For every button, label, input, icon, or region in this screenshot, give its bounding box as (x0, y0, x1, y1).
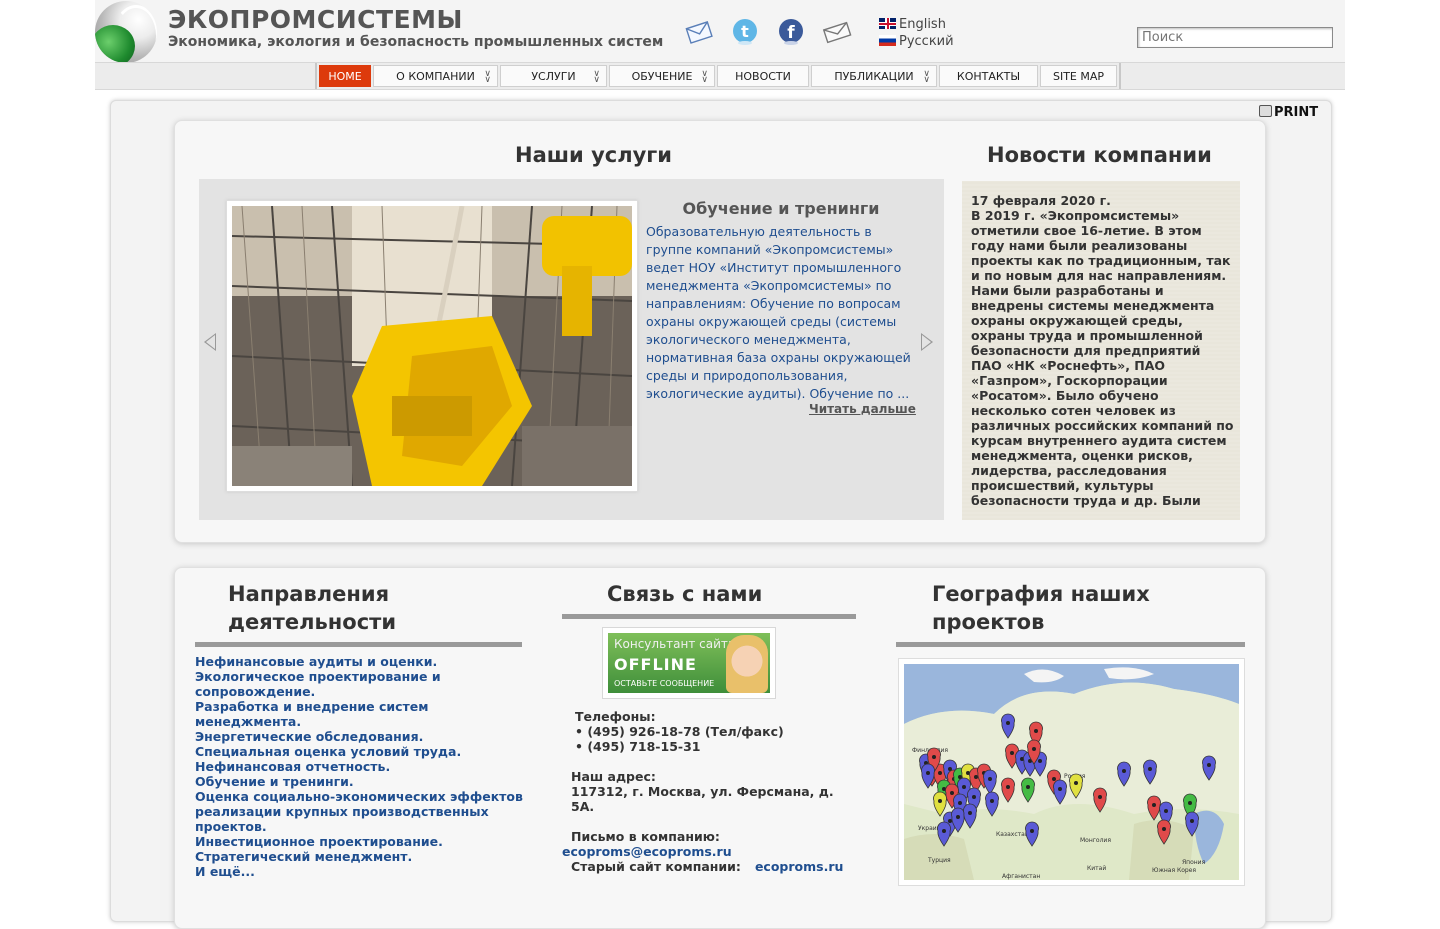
nav-item-label: SITE MAP (1052, 69, 1105, 83)
slide-text: Образовательную деятельность в группе ко… (646, 224, 911, 401)
consultant-title: Консультант сайта (614, 637, 736, 651)
svg-text:t: t (741, 22, 749, 41)
nav-item-label: КОНТАКТЫ (956, 69, 1021, 83)
nav-item-0[interactable]: HOME (319, 65, 371, 87)
read-more-link[interactable]: Читать дальше (809, 402, 916, 416)
direction-link-8[interactable]: Инвестиционное проектирование. (195, 834, 525, 849)
chevron-down-icon: ∨ ∨ (701, 69, 708, 85)
nav-item-label: ПУБЛИКАЦИИ (834, 69, 914, 83)
slider-prev-icon[interactable] (204, 333, 216, 351)
nav-item-4[interactable]: НОВОСТИ (717, 65, 809, 87)
envelope-icon[interactable] (822, 17, 852, 47)
map-label-japan: Япония (1182, 859, 1206, 866)
direction-link-1[interactable]: Экологическое проектирование и сопровожд… (195, 669, 525, 699)
nav-item-label: HOME (328, 69, 362, 83)
map-label-turkey: Турция (927, 857, 951, 864)
lang-english[interactable]: English (879, 17, 946, 32)
direction-link-9[interactable]: Стратегический менеджмент. (195, 849, 525, 864)
phones-label: Телефоны: (575, 709, 656, 724)
geography-heading: География наших проектов (932, 582, 1150, 634)
mail-icon[interactable] (684, 17, 714, 47)
direction-link-6[interactable]: Обучение и тренинги. (195, 774, 525, 789)
search-input[interactable] (1137, 27, 1333, 48)
address-text: 117312, г. Москва, ул. Ферсмана, д. 5А. (571, 784, 834, 814)
old-site-link[interactable]: ecoproms.ru (755, 859, 843, 874)
site-subtitle: Экономика, экология и безопасность промы… (168, 34, 664, 50)
consultant-widget[interactable]: Консультант сайта OFFLINE ОСТАВЬТЕ СООБЩ… (602, 627, 776, 699)
directions-heading: Направления деятельности (228, 582, 397, 634)
consultant-avatar (726, 635, 768, 693)
chevron-down-icon: ∨ ∨ (923, 69, 930, 85)
site-title[interactable]: ЭКОПРОМСИСТЕМЫ (168, 5, 463, 34)
slider-next-icon[interactable] (921, 333, 933, 351)
contact-divider (562, 614, 856, 619)
news-heading: Новости компании (987, 143, 1212, 167)
printer-icon (1259, 105, 1272, 117)
projects-map[interactable]: Финляндия Россия Казахстан Монголия Кита… (898, 658, 1245, 886)
address-label: Наш адрес: (571, 769, 656, 784)
nav-item-label: О КОМПАНИИ (396, 69, 475, 83)
main-menu: HOME О КОМПАНИИ ∨ ∨ УСЛУГИ ∨ ∨ ОБУЧЕНИЕ ∨ ∨ НОВОСТ… (315, 63, 1121, 89)
direction-link-2[interactable]: Разработка и внедрение систем менеджмент… (195, 699, 525, 729)
contact-info: Телефоны: • (495) 926-18-78 (Тел/факс) •… (562, 709, 862, 874)
main-nav: HOME О КОМПАНИИ ∨ ∨ УСЛУГИ ∨ ∨ ОБУЧЕНИЕ ∨ ∨ НОВОСТ… (95, 62, 1345, 90)
chevron-down-icon: ∨ ∨ (593, 69, 600, 85)
twitter-icon[interactable]: t (730, 17, 760, 47)
direction-link-3[interactable]: Энергетические обследования. (195, 729, 525, 744)
consultant-status: OFFLINE (614, 655, 697, 674)
nav-item-7[interactable]: SITE MAP (1040, 65, 1117, 87)
phone-2: • (495) 718-15-31 (575, 739, 701, 754)
nav-item-label: НОВОСТИ (735, 69, 791, 83)
contact-heading: Связь с нами (607, 582, 763, 606)
direction-link-0[interactable]: Нефинансовые аудиты и оценки. (195, 654, 525, 669)
slide-title[interactable]: Обучение и тренинги (646, 199, 916, 218)
print-button[interactable]: PRINT (1259, 105, 1318, 120)
map-label-mongolia: Монголия (1080, 837, 1111, 844)
chevron-down-icon: ∨ ∨ (484, 69, 491, 85)
nav-item-1[interactable]: О КОМПАНИИ ∨ ∨ (373, 65, 498, 87)
directions-divider (195, 642, 522, 647)
map-label-kazakhstan: Казахстан (996, 831, 1029, 838)
geography-divider (896, 642, 1245, 647)
direction-link-4[interactable]: Специальная оценка условий труда. (195, 744, 525, 759)
nav-item-5[interactable]: ПУБЛИКАЦИИ ∨ ∨ (811, 65, 937, 87)
nav-item-label: УСЛУГИ (531, 69, 576, 83)
uk-flag-icon (879, 18, 896, 29)
map-label-china: Китай (1087, 865, 1106, 872)
news-text[interactable]: В 2019 г. «Экопромсистемы» отметили свое… (971, 208, 1234, 508)
slide-image[interactable] (226, 200, 638, 492)
facebook-icon[interactable]: f (776, 17, 806, 47)
services-heading: Наши услуги (515, 143, 672, 167)
ru-flag-icon (879, 35, 896, 46)
news-box: 17 февраля 2020 г. В 2019 г. «Экопромсис… (962, 181, 1240, 520)
phone-1: • (495) 926-18-78 (Тел/факс) (575, 724, 784, 739)
svg-text:f: f (787, 23, 795, 43)
directions-list: Нефинансовые аудиты и оценки. Экологическ… (195, 654, 525, 879)
company-logo[interactable] (95, 1, 157, 63)
email-link[interactable]: ecoproms@ecoproms.ru (562, 844, 862, 859)
map-image: Финляндия Россия Казахстан Монголия Кита… (904, 664, 1239, 880)
news-date: 17 февраля 2020 г. (971, 193, 1111, 208)
nav-item-6[interactable]: КОНТАКТЫ (939, 65, 1038, 87)
nav-item-3[interactable]: ОБУЧЕНИЕ ∨ ∨ (609, 65, 715, 87)
direction-link-10[interactable]: И ещё... (195, 864, 525, 879)
map-label-korea: Южная Корея (1152, 867, 1196, 874)
direction-link-5[interactable]: Нефинансовая отчетность. (195, 759, 525, 774)
lang-russian[interactable]: Русский (879, 34, 954, 49)
direction-link-7[interactable]: Оценка социально-экономических эффектов … (195, 789, 525, 834)
map-label-afghanistan: Афганистан (1002, 873, 1040, 880)
old-site-label: Старый сайт компании: (571, 859, 741, 874)
consultant-leave-message: ОСТАВЬТЕ СООБЩЕНИЕ (614, 679, 715, 688)
mail-label: Письмо в компанию: (571, 829, 720, 844)
nav-item-label: ОБУЧЕНИЕ (631, 69, 693, 83)
drilling-rig-photo (232, 206, 632, 486)
nav-item-2[interactable]: УСЛУГИ ∨ ∨ (500, 65, 607, 87)
